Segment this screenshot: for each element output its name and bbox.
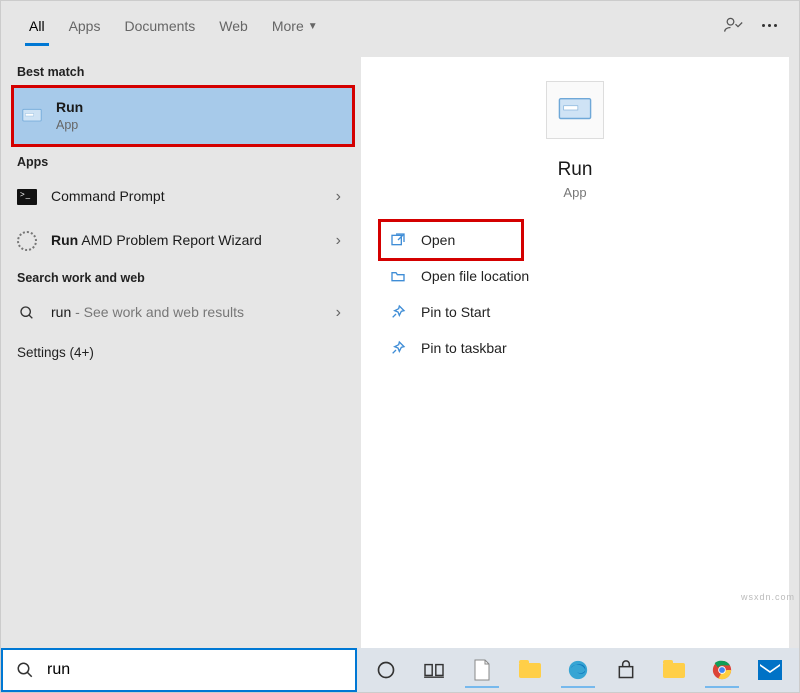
tab-strip: All Apps Documents Web More▼ [1, 1, 799, 49]
action-label: Open file location [421, 268, 529, 284]
run-app-icon [20, 104, 44, 128]
taskbar-chrome[interactable] [699, 652, 745, 688]
result-title: run - See work and web results [51, 303, 318, 322]
tab-all[interactable]: All [17, 4, 57, 46]
result-subtitle: App [56, 117, 342, 134]
result-amd-wizard[interactable]: Run AMD Problem Report Wizard › [1, 219, 361, 263]
taskbar-file-explorer[interactable] [507, 652, 553, 688]
result-run-app[interactable]: Run App [11, 85, 355, 147]
folder-open-icon [389, 267, 407, 285]
pin-icon [389, 339, 407, 357]
result-title: Run [56, 98, 342, 117]
preview-app-icon [546, 81, 604, 139]
tab-documents[interactable]: Documents [112, 4, 207, 46]
taskbar-task-view[interactable] [411, 652, 457, 688]
results-pane: Best match Run App Apps Command Prompt ›… [1, 49, 361, 648]
watermark: wsxdn.com [741, 592, 795, 602]
action-list: Open Open file location Pin to Start [381, 222, 769, 366]
result-title: Command Prompt [51, 187, 318, 206]
result-web-run[interactable]: run - See work and web results › [1, 291, 361, 335]
tab-more[interactable]: More▼ [260, 4, 330, 46]
apps-header: Apps [1, 147, 361, 175]
search-icon [3, 661, 47, 679]
bottom-bar [1, 648, 799, 692]
taskbar-edge[interactable] [555, 652, 601, 688]
taskbar-cortana[interactable] [363, 652, 409, 688]
action-open-file-location[interactable]: Open file location [381, 258, 769, 294]
preview-subtitle: App [381, 185, 769, 200]
open-icon [389, 231, 407, 249]
pin-icon [389, 303, 407, 321]
taskbar-store[interactable] [603, 652, 649, 688]
taskbar-mail[interactable] [747, 652, 793, 688]
result-command-prompt[interactable]: Command Prompt › [1, 175, 361, 219]
preview-pane: Run App Open Open file location [361, 57, 789, 648]
search-web-header: Search work and web [1, 263, 361, 291]
start-search-window: All Apps Documents Web More▼ Best match … [0, 0, 800, 693]
search-input[interactable] [47, 650, 355, 690]
result-title: Run AMD Problem Report Wizard [51, 231, 318, 250]
action-label: Pin to Start [421, 304, 490, 320]
taskbar-folder-2[interactable] [651, 652, 697, 688]
tab-apps[interactable]: Apps [57, 4, 113, 46]
search-box[interactable] [1, 648, 357, 692]
action-open[interactable]: Open [381, 222, 521, 258]
action-label: Open [421, 232, 455, 248]
search-icon [15, 301, 39, 325]
settings-results-link[interactable]: Settings (4+) [1, 335, 361, 370]
best-match-header: Best match [1, 57, 361, 85]
content-area: Best match Run App Apps Command Prompt ›… [1, 49, 799, 648]
cmd-icon [15, 185, 39, 209]
taskbar-app-1[interactable] [459, 652, 505, 688]
taskbar [357, 648, 799, 692]
chevron-right-icon[interactable]: › [330, 188, 347, 206]
action-pin-to-start[interactable]: Pin to Start [381, 294, 769, 330]
action-label: Pin to taskbar [421, 340, 507, 356]
feedback-icon[interactable] [719, 11, 747, 39]
more-options-icon[interactable] [755, 11, 783, 39]
chevron-right-icon[interactable]: › [330, 304, 347, 322]
amd-icon [15, 229, 39, 253]
action-pin-to-taskbar[interactable]: Pin to taskbar [381, 330, 769, 366]
chevron-right-icon[interactable]: › [330, 232, 347, 250]
preview-title: Run [381, 159, 769, 181]
tab-web[interactable]: Web [207, 4, 260, 46]
